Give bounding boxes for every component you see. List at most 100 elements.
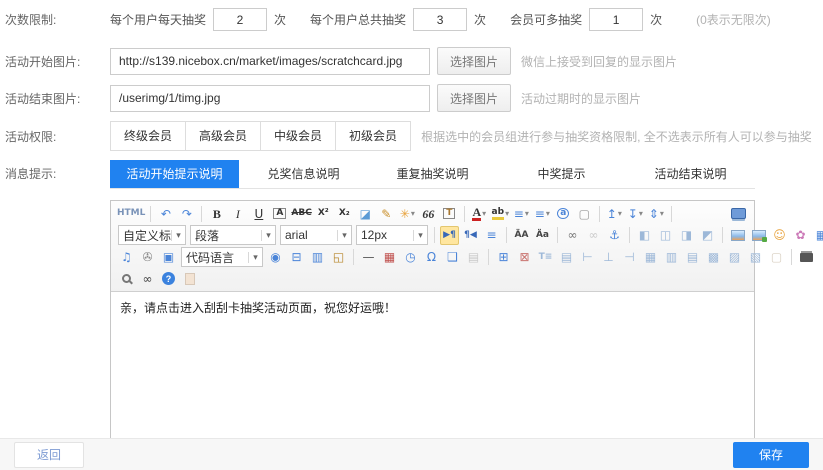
font-size-select[interactable]: 12px▾ <box>356 225 428 245</box>
map-icon[interactable]: ◉ <box>266 248 285 267</box>
underline-icon[interactable]: U <box>249 204 268 223</box>
strikethrough-icon[interactable]: ABC <box>291 204 311 223</box>
ordered-list-icon[interactable]: ≡▾ <box>512 204 531 223</box>
message-tab-1[interactable]: 活动开始提示说明 <box>110 160 239 188</box>
columns-icon[interactable]: ▥ <box>308 248 327 267</box>
message-tab-5[interactable]: 活动结束说明 <box>626 160 755 188</box>
superscript-icon[interactable]: X² <box>314 204 333 223</box>
emotion-icon[interactable]: ☺ <box>770 226 789 245</box>
clear-doc-icon[interactable]: ▢ <box>575 204 594 223</box>
html-source-icon[interactable]: HTML <box>117 204 145 223</box>
paste-plain-icon[interactable]: T <box>440 204 459 223</box>
start-image-choose-button[interactable]: 选择图片 <box>437 47 511 75</box>
doc-page-icon[interactable]: ▢ <box>767 248 786 267</box>
video-icon[interactable]: ▦ <box>812 226 823 245</box>
remove-format-icon[interactable]: ◪ <box>356 204 375 223</box>
toolbar-separator <box>599 206 600 222</box>
table-caption-icon[interactable]: T≡ <box>536 248 555 267</box>
message-tab-2[interactable]: 兑奖信息说明 <box>239 160 368 188</box>
direction-ltr-icon[interactable]: ▶¶ <box>440 226 459 245</box>
back-button[interactable]: 返回 <box>14 442 84 468</box>
subscript-icon[interactable]: X₂ <box>335 204 354 223</box>
insert-col-icon[interactable]: ⊥ <box>599 248 618 267</box>
custom-title-select[interactable]: 自定义标题▾ <box>118 225 186 245</box>
fullscreen-icon[interactable] <box>729 204 748 223</box>
unlink-icon[interactable]: ∞ <box>584 226 603 245</box>
uppercase-icon[interactable]: ÄA <box>512 226 531 245</box>
blockquote-icon[interactable]: 66 <box>419 204 438 223</box>
paste-icon[interactable] <box>180 269 199 288</box>
italic-icon[interactable]: I <box>228 204 247 223</box>
help-icon[interactable]: ? <box>159 269 178 288</box>
paragraph-select[interactable]: 段落▾ <box>190 225 276 245</box>
merge-down-icon[interactable]: ▤ <box>683 248 702 267</box>
end-image-input[interactable] <box>110 85 430 112</box>
indent-icon[interactable]: ≡ <box>482 226 501 245</box>
code-language-select[interactable]: 代码语言▾ <box>181 247 263 267</box>
member-group-button-4[interactable]: 初级会员 <box>335 121 411 151</box>
lowercase-icon[interactable]: Äa <box>533 226 552 245</box>
direction-rtl-icon[interactable]: ¶◀ <box>461 226 480 245</box>
bg-color-icon[interactable]: ab▾ <box>491 204 510 223</box>
table-title-icon[interactable]: ▤ <box>557 248 576 267</box>
image-left-icon[interactable]: ◧ <box>635 226 654 245</box>
message-tab-3[interactable]: 重复抽奖说明 <box>368 160 497 188</box>
member-group-button-1[interactable]: 终级会员 <box>110 121 186 151</box>
border-text-icon[interactable]: A <box>270 204 289 223</box>
editor-content[interactable]: 亲，请点击进入刮刮卡抽奖活动页面，祝您好运哦！ <box>111 292 754 440</box>
split-rows-icon[interactable]: ▩ <box>704 248 723 267</box>
limit-input-2[interactable] <box>413 8 467 31</box>
attachment-icon[interactable]: ✇ <box>138 248 157 267</box>
limit-field-label: 每个用户总共抽奖 <box>310 11 406 28</box>
message-tab-4[interactable]: 中奖提示 <box>497 160 626 188</box>
table-sort-icon[interactable]: ▧ <box>746 248 765 267</box>
insert-image-icon[interactable] <box>728 226 747 245</box>
page-break-icon[interactable]: ⊟ <box>287 248 306 267</box>
comment-icon[interactable]: ❑ <box>443 248 462 267</box>
special-char-icon[interactable]: Ω <box>422 248 441 267</box>
online-image-icon[interactable] <box>749 226 768 245</box>
find-replace-icon[interactable]: ∞ <box>138 269 157 288</box>
auto-typeset-icon[interactable]: ✳▾ <box>398 204 417 223</box>
time-icon[interactable]: ◷ <box>401 248 420 267</box>
start-image-input[interactable] <box>110 48 430 75</box>
member-group-button-3[interactable]: 中级会员 <box>260 121 336 151</box>
redo-icon[interactable]: ↷ <box>177 204 196 223</box>
delete-table-icon[interactable]: ⊠ <box>515 248 534 267</box>
music-icon[interactable]: ♫ <box>117 248 136 267</box>
undo-icon[interactable]: ↶ <box>156 204 175 223</box>
font-family-select[interactable]: arial▾ <box>280 225 352 245</box>
snapshot-icon[interactable]: ◱ <box>329 248 348 267</box>
merge-cells-icon[interactable]: ▦ <box>641 248 660 267</box>
link-icon[interactable]: ∞ <box>563 226 582 245</box>
horizontal-rule-icon[interactable]: — <box>359 248 378 267</box>
image-none-icon[interactable]: ◩ <box>698 226 717 245</box>
split-cell-icon[interactable]: ⊣ <box>620 248 639 267</box>
save-button[interactable]: 保存 <box>733 442 809 468</box>
scrawl-icon[interactable]: ✿ <box>791 226 810 245</box>
limit-input-1[interactable] <box>213 8 267 31</box>
merge-right-icon[interactable]: ▥ <box>662 248 681 267</box>
print-icon[interactable] <box>797 248 816 267</box>
line-height-icon[interactable]: ⇕▾ <box>647 204 666 223</box>
para-space-bottom-icon[interactable]: ↧▾ <box>626 204 645 223</box>
image-center-icon[interactable]: ◫ <box>656 226 675 245</box>
insert-table-icon[interactable]: ⊞ <box>494 248 513 267</box>
font-color-icon[interactable]: A▾ <box>470 204 489 223</box>
print-preview-icon[interactable]: ▤ <box>464 248 483 267</box>
split-cols-icon[interactable]: ▨ <box>725 248 744 267</box>
para-space-top-icon[interactable]: ↥▾ <box>605 204 624 223</box>
preview-icon[interactable] <box>117 269 136 288</box>
anchor-ref-icon[interactable]: a <box>554 204 573 223</box>
member-group-button-2[interactable]: 高级会员 <box>185 121 261 151</box>
bold-icon[interactable]: B <box>207 204 226 223</box>
end-image-choose-button[interactable]: 选择图片 <box>437 84 511 112</box>
date-icon[interactable]: ▦ <box>380 248 399 267</box>
limit-input-3[interactable] <box>589 8 643 31</box>
anchor-icon[interactable]: ⚓ <box>605 226 624 245</box>
format-brush-icon[interactable]: ✎ <box>377 204 396 223</box>
unordered-list-icon[interactable]: ≡▾ <box>533 204 552 223</box>
insert-frame-icon[interactable]: ▣ <box>159 248 178 267</box>
insert-row-icon[interactable]: ⊢ <box>578 248 597 267</box>
image-right-icon[interactable]: ◨ <box>677 226 696 245</box>
